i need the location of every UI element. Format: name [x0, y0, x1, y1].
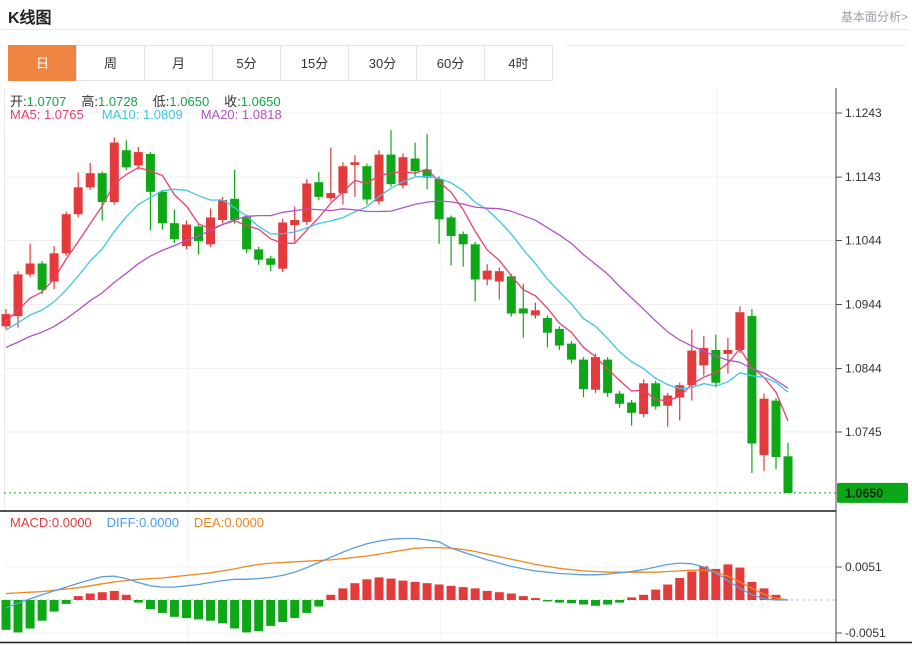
- ma20-legend-item: MA20: 1.0818: [201, 107, 282, 122]
- price-tick-label: 1.1143: [845, 170, 881, 184]
- current-price-tag: 1.0650: [837, 483, 908, 503]
- dea-legend-item: DEA:0.0000: [194, 515, 264, 530]
- price-tick-label: 1.0944: [845, 298, 882, 312]
- price-tick-label: 1.0745: [845, 425, 882, 439]
- macd-tick-label: 0.0051: [845, 560, 882, 574]
- ma5-legend-item: MA5: 1.0765: [10, 107, 84, 122]
- tab-60min[interactable]: 60分: [416, 45, 485, 81]
- ma5-line: [6, 167, 788, 421]
- price-tick-label: 1.0844: [845, 362, 882, 376]
- tab-15min[interactable]: 15分: [280, 45, 349, 81]
- interval-tabs: 日 周 月 5分 15分 30分 60分 4时: [8, 45, 553, 81]
- macd-legend: MACD:0.0000 DIFF:0.0000 DEA:0.0000: [10, 515, 264, 530]
- tab-5min[interactable]: 5分: [212, 45, 281, 81]
- ma10-line: [6, 176, 788, 392]
- tab-4hour[interactable]: 4时: [484, 45, 553, 81]
- price-axis: 1.1243 1.1143 1.1044 1.0944 1.0844 1.0745 0.00…: [836, 106, 908, 640]
- tab-30min[interactable]: 30分: [348, 45, 417, 81]
- svg-text:1.0650: 1.0650: [845, 486, 883, 500]
- diff-legend-item: DIFF:0.0000: [107, 515, 179, 530]
- ma20-line: [6, 201, 788, 388]
- ma-legend: MA5: 1.0765 MA10: 1.0809 MA20: 1.0818: [10, 107, 282, 122]
- price-tick-label: 1.1243: [845, 106, 882, 120]
- macd-panel: [2, 539, 837, 633]
- kline-widget: K线图 基本面分析> 1.12431.11431.10441.09441.084…: [0, 0, 912, 645]
- ma10-legend-item: MA10: 1.0809: [102, 107, 183, 122]
- macd-legend-item: MACD:0.0000: [10, 515, 92, 530]
- tab-week[interactable]: 周: [76, 45, 145, 81]
- tabrow-border-extension: [566, 45, 906, 46]
- macd-tick-label: -0.0051: [845, 626, 886, 640]
- price-tick-label: 1.1044: [845, 234, 882, 248]
- tab-month[interactable]: 月: [144, 45, 213, 81]
- tab-day[interactable]: 日: [8, 45, 77, 81]
